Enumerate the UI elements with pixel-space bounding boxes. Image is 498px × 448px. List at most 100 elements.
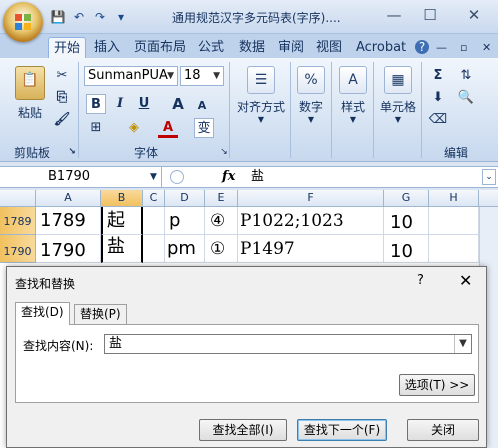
tab-view[interactable]: 视图 — [316, 37, 342, 58]
cell-g1790[interactable]: 10 — [384, 235, 429, 263]
name-box-dropdown-icon[interactable]: ▼ — [150, 167, 157, 187]
title-bar: 💾 ↶ ↷ ▾ 通用规范汉字多元码表(字序).... — ☐ ✕ — [0, 0, 498, 42]
tab-find[interactable]: 查找(D) — [15, 302, 70, 325]
cell-d1790[interactable]: pm — [165, 235, 205, 263]
format-painter-icon[interactable]: 🖌 — [52, 110, 72, 130]
tab-review[interactable]: 审阅 — [278, 37, 304, 58]
office-button[interactable] — [3, 2, 43, 42]
ribbon-close-icon[interactable]: ✕ — [482, 37, 491, 58]
column-header-g[interactable]: G — [384, 190, 429, 207]
cells-button[interactable]: ▦ 单元格 ▼ — [378, 66, 418, 124]
column-header-e[interactable]: E — [205, 190, 238, 207]
row-header-1789[interactable]: 1789 — [0, 207, 36, 235]
cell-c1789[interactable] — [143, 207, 165, 235]
phonetic-button[interactable]: 变 — [194, 118, 214, 138]
paste-button[interactable]: 📋 粘贴 — [10, 66, 50, 121]
cell-c1790[interactable] — [143, 235, 165, 263]
tab-formulas[interactable]: 公式 — [198, 37, 224, 58]
cell-e1789[interactable]: ④ — [205, 207, 238, 235]
select-all-corner[interactable] — [0, 190, 36, 207]
group-separator — [229, 62, 230, 158]
formula-bar-handle-icon[interactable] — [170, 170, 184, 184]
underline-button[interactable]: U — [134, 94, 154, 114]
dropdown-arrow-icon: ▼ — [307, 115, 315, 124]
grow-font-button[interactable]: A — [168, 94, 188, 114]
styles-icon: A — [339, 66, 367, 94]
find-what-value: 盐 — [109, 336, 123, 351]
cell-b1789[interactable]: 起 — [101, 207, 143, 235]
autosum-icon[interactable]: Σ — [428, 66, 448, 86]
font-name-box[interactable]: SunmanPUA ▼ — [84, 66, 178, 86]
fill-color-icon[interactable]: ◈ — [124, 118, 144, 138]
insert-function-icon[interactable]: fx — [222, 167, 235, 187]
cell-b1790[interactable]: 盐 — [101, 235, 143, 263]
row-header-1790[interactable]: 1790 — [0, 235, 36, 263]
font-color-icon[interactable]: A — [158, 118, 178, 138]
tab-home[interactable]: 开始 — [48, 37, 87, 58]
group-separator — [421, 62, 422, 158]
column-header-h[interactable]: H — [429, 190, 479, 207]
chevron-down-icon[interactable]: ▼ — [454, 335, 471, 353]
cell-h1789[interactable] — [429, 207, 479, 235]
fill-icon[interactable]: ⬇ — [428, 88, 448, 108]
minimize-button[interactable]: — — [376, 4, 412, 26]
name-box[interactable]: B1790 — [0, 167, 162, 187]
tab-data[interactable]: 数据 — [239, 37, 265, 58]
cell-f1789[interactable]: P1022;1023 — [238, 207, 384, 235]
ribbon-restore-icon[interactable]: ▫ — [460, 37, 467, 58]
tab-replace[interactable]: 替换(P) — [74, 304, 127, 324]
cell-e1790[interactable]: ① — [205, 235, 238, 263]
column-header-b[interactable]: B — [101, 190, 143, 207]
find-next-button[interactable]: 查找下一个(F) — [297, 419, 387, 441]
cell-a1790[interactable]: 1790 — [36, 235, 101, 263]
cell-g1789[interactable]: 10 — [384, 207, 429, 235]
cell-f1790[interactable]: P1497 — [238, 235, 384, 263]
clear-icon[interactable]: ⌫ — [428, 110, 448, 130]
percent-icon: % — [297, 66, 325, 94]
dialog-close-icon[interactable]: ✕ — [459, 271, 472, 290]
close-button[interactable]: 关闭 — [407, 419, 479, 441]
expand-formula-bar-icon[interactable]: ⌄ — [482, 169, 496, 185]
help-icon[interactable]: ? — [415, 40, 429, 54]
column-header-f[interactable]: F — [238, 190, 384, 207]
find-what-input[interactable]: 盐 ▼ — [104, 334, 472, 354]
column-header-a[interactable]: A — [36, 190, 101, 207]
redo-icon[interactable]: ↷ — [92, 9, 108, 25]
borders-icon[interactable]: ⊞ — [86, 118, 106, 138]
tab-acrobat[interactable]: Acrobat — [356, 37, 406, 58]
italic-button[interactable]: I — [110, 94, 130, 114]
number-format-button[interactable]: % 数字 ▼ — [296, 66, 326, 124]
find-all-button[interactable]: 查找全部(I) — [199, 419, 287, 441]
tab-insert[interactable]: 插入 — [94, 37, 120, 58]
clipboard-launcher-icon[interactable]: ↘ — [62, 142, 82, 162]
dialog-help-button[interactable]: ? — [417, 273, 424, 288]
maximize-button[interactable]: ☐ — [412, 4, 448, 26]
cut-icon[interactable]: ✂ — [52, 66, 72, 86]
close-window-button[interactable]: ✕ — [456, 4, 492, 26]
ribbon-minimize-icon[interactable]: — — [436, 37, 447, 58]
copy-icon[interactable]: ⎘ — [52, 88, 72, 108]
styles-button[interactable]: A 样式 ▼ — [338, 66, 368, 124]
undo-icon[interactable]: ↶ — [71, 9, 87, 25]
number-label: 数字 — [298, 100, 323, 114]
column-header-c[interactable]: C — [143, 190, 165, 207]
formula-input[interactable]: 盐 — [251, 167, 264, 187]
font-size-box[interactable]: 18 ▼ — [180, 66, 224, 86]
cells-label: 单元格 — [379, 100, 416, 114]
shrink-font-button[interactable]: A — [192, 96, 212, 116]
column-header-d[interactable]: D — [165, 190, 205, 207]
bold-button[interactable]: B — [86, 94, 106, 114]
customize-qat-icon[interactable]: ▾ — [113, 9, 129, 25]
sort-filter-icon[interactable]: ⇅ — [456, 66, 476, 86]
tab-page-layout[interactable]: 页面布局 — [134, 37, 186, 58]
cell-d1789[interactable]: p — [165, 207, 205, 235]
dialog-title: 查找和替换 — [15, 277, 76, 291]
formula-bar: B1790 ▼ fx 盐 ⌄ — [0, 166, 498, 188]
options-button[interactable]: 选项(T) >> — [399, 374, 475, 396]
font-launcher-icon[interactable]: ↘ — [214, 142, 234, 162]
find-select-icon[interactable]: 🔍 — [456, 88, 476, 108]
save-icon[interactable]: 💾 — [50, 9, 66, 25]
cell-h1790[interactable] — [429, 235, 479, 263]
alignment-button[interactable]: ☰ 对齐方式 ▼ — [236, 66, 286, 124]
cell-a1789[interactable]: 1789 — [36, 207, 101, 235]
